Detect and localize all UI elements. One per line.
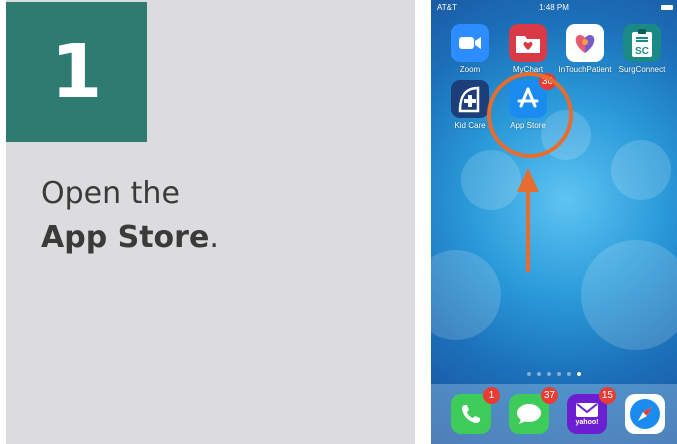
dock-app-safari[interactable] (625, 394, 665, 434)
step-instruction: Open the App Store. (41, 172, 219, 260)
page-dot (527, 372, 531, 376)
app-label: Zoom (459, 65, 481, 74)
status-time: 1:48 PM (539, 3, 569, 12)
step-text-line2: App Store. (41, 216, 219, 260)
page-dot (567, 372, 571, 376)
yahoo-label: yahoo! (575, 418, 599, 426)
wallpaper-bokeh (611, 140, 671, 200)
notification-badge: 15 (598, 387, 616, 404)
clipboard-sc-icon: SC (623, 24, 661, 62)
step-text-strong: App Store (41, 220, 210, 255)
notification-badge: 37 (540, 387, 558, 404)
phone-screenshot: AT&T 1:48 PM Zoom MyChart InTouchPatient… (431, 0, 677, 444)
status-bar: AT&T 1:48 PM (431, 0, 677, 16)
dock-app-phone[interactable]: 1 (451, 387, 500, 434)
folder-heart-icon (509, 24, 547, 62)
plus-shield-icon (451, 80, 489, 118)
svg-text:SC: SC (635, 46, 649, 57)
arrow-shaft (526, 190, 530, 272)
yahoo-mail-icon: yahoo! 15 (567, 387, 616, 434)
wallpaper-bokeh (461, 150, 521, 210)
video-camera-icon (451, 24, 489, 62)
wallpaper-bokeh (431, 250, 501, 340)
dock-app-messages[interactable]: 37 (509, 387, 558, 434)
app-intouchpatient[interactable]: InTouchPatient (555, 24, 615, 74)
dock: 1 37 yahoo! 15 (431, 384, 677, 444)
compass-icon (625, 394, 665, 434)
arrow-up-icon (517, 168, 539, 192)
dock-app-yahoo-mail[interactable]: yahoo! 15 (567, 387, 616, 434)
app-mychart[interactable]: MyChart (498, 24, 558, 74)
instruction-panel: 1 Open the App Store. (6, 0, 415, 444)
app-label: SurgConnect (618, 65, 666, 74)
hands-heart-icon (566, 24, 604, 62)
phone-icon: 1 (451, 387, 500, 434)
page-dot (537, 372, 541, 376)
wallpaper-bokeh (581, 240, 677, 350)
highlight-circle (487, 72, 573, 158)
step-number: 1 (50, 29, 103, 115)
battery-icon (661, 0, 673, 16)
step-badge: 1 (6, 2, 147, 142)
page-dot (547, 372, 551, 376)
step-text-suffix: . (209, 220, 219, 255)
page-dot (557, 372, 561, 376)
notification-badge: 1 (483, 387, 500, 404)
page-dot-active (577, 372, 581, 376)
app-surgconnect[interactable]: SC SurgConnect (612, 24, 672, 74)
step-text-prefix: Open the (41, 176, 180, 211)
page-indicator (431, 372, 677, 376)
message-bubble-icon: 37 (509, 387, 558, 434)
app-label: InTouchPatient (558, 65, 612, 74)
app-zoom[interactable]: Zoom (440, 24, 500, 74)
